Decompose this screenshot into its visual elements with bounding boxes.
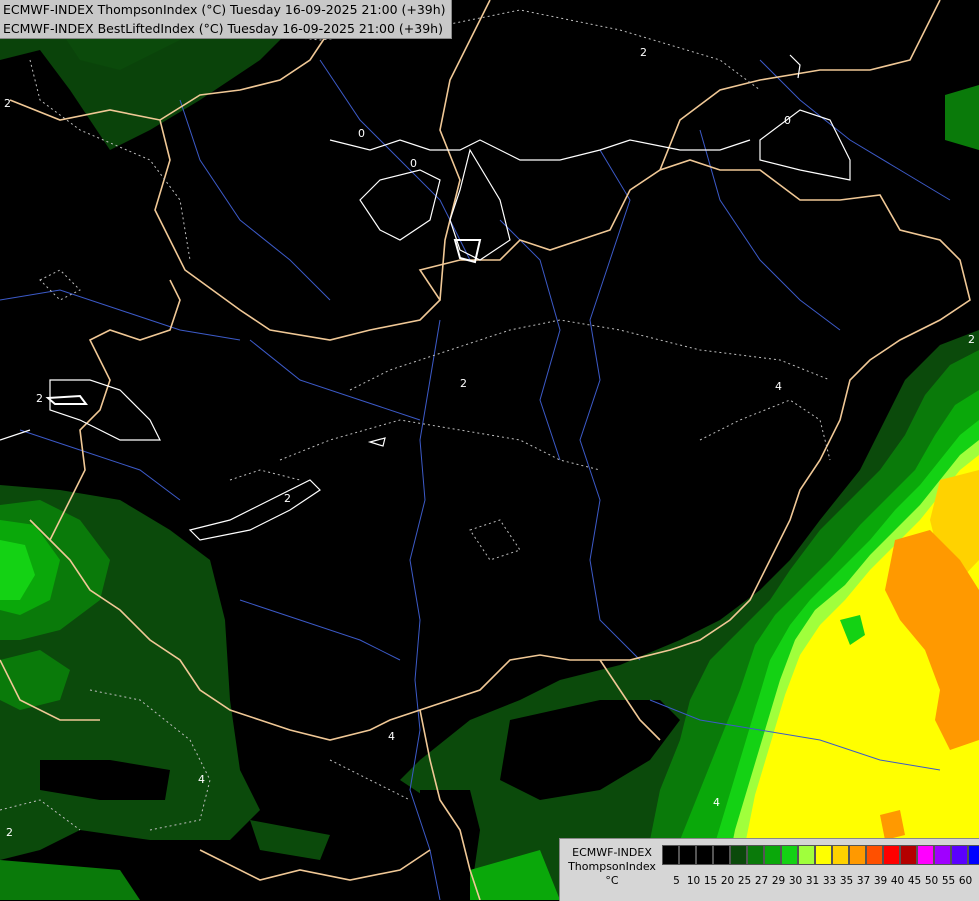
legend-tick: 37 [856,875,871,887]
legend-title: ECMWF-INDEX ThompsonIndex °C [564,846,660,888]
legend-swatch [679,845,696,865]
contour-label: 2 [4,97,11,110]
legend-tick: 33 [822,875,837,887]
legend-tick: 60 [958,875,973,887]
legend-swatch [662,845,679,865]
legend-tick: 55 [941,875,956,887]
contour-label: 0 [784,114,791,127]
header-line-lifted: ECMWF-INDEX BestLiftedIndex (°C) Tuesday… [3,21,443,36]
legend-swatch [968,845,979,865]
legend-swatch [917,845,934,865]
legend-title-line1: ECMWF-INDEX [572,846,652,859]
contour-label: 2 [640,46,647,59]
legend-tick: 27 [754,875,769,887]
legend-unit: °C [605,874,619,887]
contour-label: 0 [410,157,417,170]
legend-swatch [849,845,866,865]
legend-ticks: 5 10 15 20 25 27 29 30 31 33 35 37 39 40 45 50 55 60 [668,875,974,887]
map-header: ECMWF-INDEX ThompsonIndex (°C) Tuesday 1… [0,0,452,39]
legend-swatch [883,845,900,865]
contour-label: 0 [358,127,365,140]
legend-tick: 25 [737,875,752,887]
contour-label: 4 [198,773,205,786]
legend-tick: 20 [720,875,735,887]
legend-tick: 29 [771,875,786,887]
legend-swatch [866,845,883,865]
legend-swatch [900,845,917,865]
contour-label: 2 [284,492,291,505]
legend-title-line2: ThompsonIndex [568,860,656,873]
legend-tick: 50 [924,875,939,887]
legend-swatch [951,845,968,865]
contour-label: 2 [6,826,13,839]
legend-tick: 45 [907,875,922,887]
contour-label: 2 [460,377,467,390]
legend-tick: 35 [839,875,854,887]
legend-swatch [798,845,815,865]
legend-swatch [713,845,730,865]
color-legend: ECMWF-INDEX ThompsonIndex °C 5 10 15 20 25 27… [559,838,979,901]
legend-tick: 39 [873,875,888,887]
legend-tick: 10 [686,875,701,887]
legend-color-bar [662,845,979,865]
header-line-thompson: ECMWF-INDEX ThompsonIndex (°C) Tuesday 1… [3,2,446,17]
contour-label: 2 [968,333,975,346]
contour-label: 4 [713,796,720,809]
legend-tick: 31 [805,875,820,887]
contour-label: 4 [775,380,782,393]
legend-tick: 40 [890,875,905,887]
legend-swatch [747,845,764,865]
weather-map: 0 0 0 2 2 2 2 2 2 2 4 4 4 4 [0,0,979,900]
legend-swatch [781,845,798,865]
legend-swatch [696,845,713,865]
legend-swatch [934,845,951,865]
legend-swatch [764,845,781,865]
legend-tick: 15 [703,875,718,887]
legend-swatch [730,845,747,865]
legend-swatch [832,845,849,865]
legend-tick: 30 [788,875,803,887]
contour-label: 4 [388,730,395,743]
contour-label: 2 [36,392,43,405]
legend-swatch [815,845,832,865]
legend-tick: 5 [673,875,680,887]
